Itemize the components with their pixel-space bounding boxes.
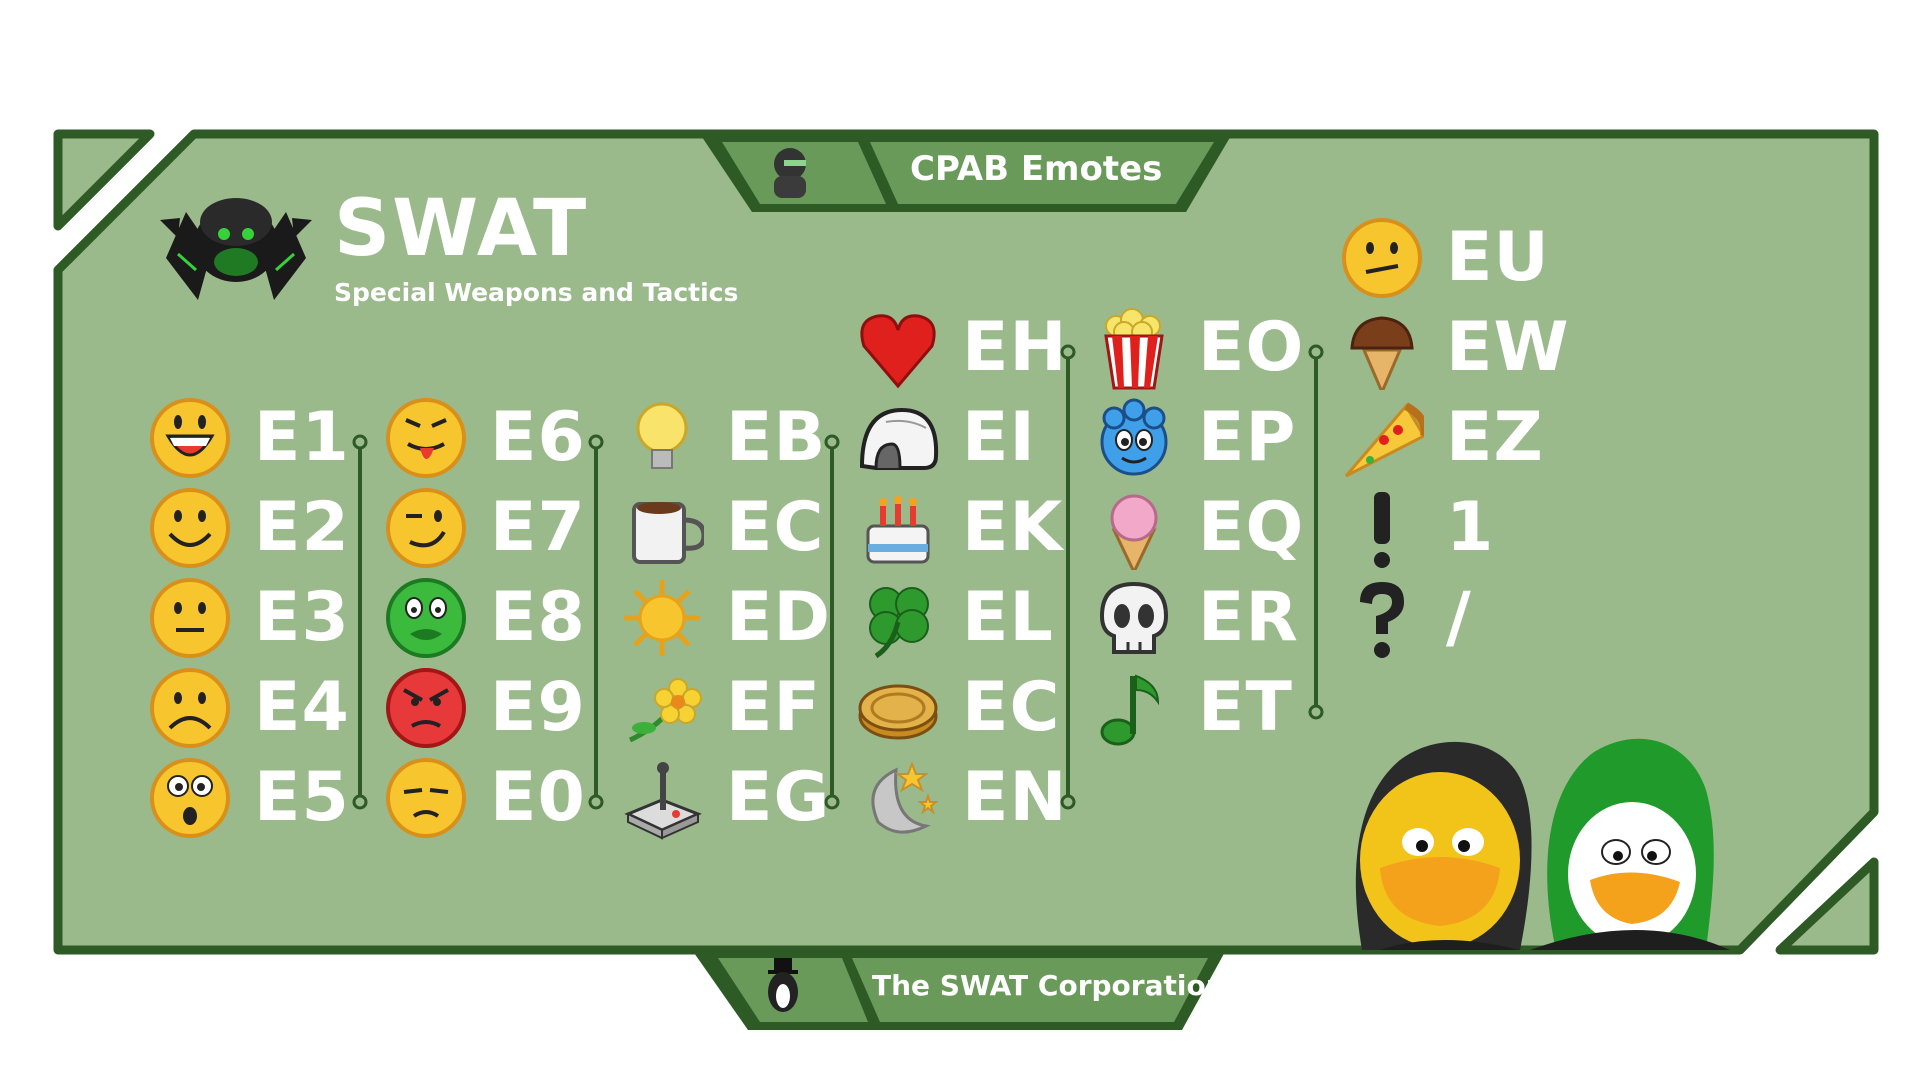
emote-code: E2	[254, 488, 350, 567]
clover-icon	[869, 587, 929, 659]
emote-code: EN	[962, 758, 1068, 837]
emote-row: EF	[620, 666, 840, 752]
emote-row: EN	[856, 756, 1076, 842]
emote-row: EC	[620, 486, 840, 572]
question-icon	[1360, 582, 1404, 658]
coffee-mug-icon	[632, 502, 704, 564]
emote-row: E2	[148, 486, 368, 572]
emote-code: EL	[962, 578, 1054, 657]
emote-row: EL	[856, 576, 1076, 662]
neutral-face-icon	[150, 578, 230, 658]
emote-code: E5	[254, 758, 350, 837]
popcorn-icon	[1104, 308, 1164, 390]
moon-stars-icon	[871, 761, 939, 834]
header-tab-label: CPAB Emotes	[910, 149, 1163, 189]
emote-row: EH	[856, 306, 1076, 392]
sick-green-face-icon	[386, 578, 466, 658]
chocolate-cone-icon	[1350, 316, 1414, 390]
emote-row: E1	[148, 396, 368, 482]
sad-down-face-icon	[386, 758, 466, 838]
birthday-cake-icon	[866, 496, 930, 564]
laughing-face-icon	[150, 398, 230, 478]
emote-code: ED	[726, 578, 831, 657]
emote-code: EQ	[1198, 488, 1305, 567]
emote-row: E9	[384, 666, 604, 752]
emote-code: EH	[962, 308, 1068, 387]
swat-agent-avatar	[774, 148, 806, 198]
emote-code: EC	[726, 488, 825, 567]
emote-code: E3	[254, 578, 350, 657]
emote-code: EI	[962, 398, 1036, 477]
sad-face-icon	[150, 668, 230, 748]
winking-face-icon	[386, 488, 466, 568]
emote-row: EQ	[1092, 486, 1312, 572]
emote-code: E6	[490, 398, 586, 477]
emote-row: EU	[1340, 216, 1560, 302]
surprised-face-icon	[150, 758, 230, 838]
emote-row: E4	[148, 666, 368, 752]
heart-icon	[860, 314, 936, 389]
emote-row: E7	[384, 486, 604, 572]
angry-red-face-icon	[386, 668, 466, 748]
emote-code: EP	[1198, 398, 1297, 477]
emote-code: E7	[490, 488, 586, 567]
emote-code: EK	[962, 488, 1064, 567]
emote-code: EC	[962, 668, 1061, 747]
emote-code: E1	[254, 398, 350, 477]
smiling-face-icon	[150, 488, 230, 568]
emote-row: 1	[1340, 486, 1560, 572]
emote-row: EI	[856, 396, 1076, 482]
emote-code: EG	[726, 758, 831, 837]
emote-code: ER	[1198, 578, 1299, 657]
skull-icon	[1099, 581, 1169, 654]
emote-row: /	[1340, 576, 1560, 662]
emote-code: EF	[726, 668, 821, 747]
footer-tab-label: The SWAT Corporation	[872, 969, 1226, 1002]
lightbulb-icon	[636, 402, 688, 469]
sun-icon	[624, 580, 700, 656]
emote-row: EP	[1092, 396, 1312, 482]
emote-row: EB	[620, 396, 840, 482]
emote-row: ET	[1092, 666, 1312, 752]
emote-row: EO	[1092, 306, 1312, 392]
emote-code: EB	[726, 398, 827, 477]
tongue-out-face-icon	[386, 398, 466, 478]
emote-row: EG	[620, 756, 840, 842]
emote-code: /	[1446, 578, 1472, 657]
emote-code: EW	[1446, 308, 1570, 387]
pizza-slice-icon	[1344, 402, 1424, 478]
emote-code: E0	[490, 758, 586, 837]
brand-subtitle: Special Weapons and Tactics	[334, 278, 739, 307]
emote-code: EO	[1198, 308, 1305, 387]
flower-icon	[628, 678, 702, 743]
emote-row: EK	[856, 486, 1076, 572]
emote-row: E3	[148, 576, 368, 662]
emote-row: EZ	[1340, 396, 1560, 482]
emote-code: 1	[1446, 488, 1495, 567]
emote-row: ED	[620, 576, 840, 662]
emote-code: E8	[490, 578, 586, 657]
emote-row: E6	[384, 396, 604, 482]
emote-code: EZ	[1446, 398, 1544, 477]
coin-icon	[858, 684, 938, 740]
brand-title: SWAT	[334, 184, 589, 274]
ice-cream-cone-icon	[1110, 494, 1158, 570]
emote-row: E0	[384, 756, 604, 842]
emote-code: E4	[254, 668, 350, 747]
exclamation-icon	[1374, 492, 1390, 568]
meh-face-icon	[1342, 218, 1422, 298]
emote-row: ER	[1092, 576, 1312, 662]
igloo-icon	[859, 407, 939, 470]
emote-row: E5	[148, 756, 368, 842]
emote-row: E8	[384, 576, 604, 662]
music-note-icon	[1100, 674, 1160, 746]
emote-code: E9	[490, 668, 586, 747]
joystick-icon	[624, 762, 702, 840]
emote-row: EC	[856, 666, 1076, 752]
emote-code: EU	[1446, 218, 1550, 297]
emote-row: EW	[1340, 306, 1568, 392]
blue-puffle-icon	[1100, 398, 1168, 476]
emote-code: ET	[1198, 668, 1293, 747]
